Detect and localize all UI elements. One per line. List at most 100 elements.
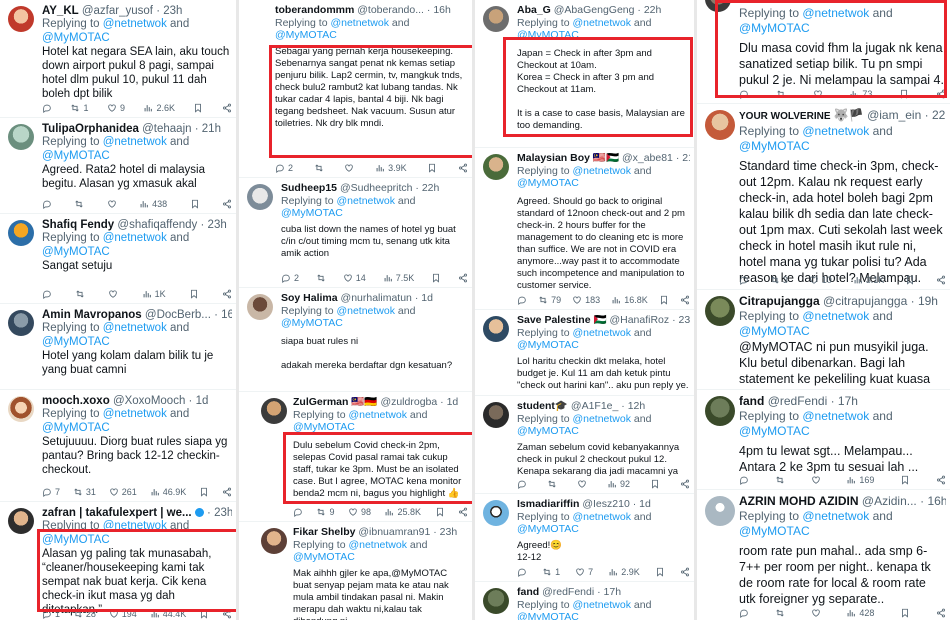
tweet[interactable]: Sudheep15 @Sudheepritch · 22h Replying t…	[239, 178, 472, 288]
like-button[interactable]: 183	[572, 295, 600, 305]
like-button[interactable]: 9	[107, 103, 125, 113]
like-button[interactable]	[108, 289, 118, 299]
views-count[interactable]: 25.8K	[384, 507, 421, 517]
avatar[interactable]	[8, 124, 34, 150]
timestamp[interactable]: 16h	[433, 4, 451, 16]
tweet[interactable]: Aba_G @AbaGengGeng · 22h Replying to @ne…	[475, 0, 694, 148]
retweet-button[interactable]: 1	[542, 567, 560, 577]
author-name[interactable]: Soy Halima	[281, 292, 338, 304]
tweet[interactable]: Citrapujangga @citrapujangga · 19h Reply…	[697, 290, 950, 390]
views-count[interactable]: 73	[849, 89, 872, 99]
timestamp[interactable]: 21h	[202, 123, 221, 135]
bookmark-button[interactable]	[199, 487, 209, 497]
views-count[interactable]: 169	[846, 475, 874, 485]
views-count[interactable]: 2.9K	[608, 567, 640, 577]
bookmark-button[interactable]	[900, 608, 910, 618]
author-name[interactable]: fand	[739, 394, 764, 408]
like-button[interactable]: 98	[348, 507, 371, 517]
tweet[interactable]: mooch.xoxo @XoxoMooch · 1d Replying to @…	[0, 390, 236, 502]
bookmark-button[interactable]	[899, 89, 909, 99]
author-handle[interactable]: @Sudheepritch	[340, 182, 413, 194]
share-button[interactable]	[458, 507, 468, 517]
share-button[interactable]	[936, 475, 946, 485]
retweet-button[interactable]: 3	[770, 275, 788, 285]
tweet[interactable]: ZulGerman 🇲🇾🇩🇪 @zuldrogba · 1d Replying …	[239, 392, 472, 522]
views-count[interactable]: 7.5K	[383, 273, 414, 283]
reply-button[interactable]	[517, 295, 527, 305]
timestamp[interactable]: 17h	[604, 586, 622, 598]
author-name[interactable]: Malaysian Boy	[517, 152, 590, 164]
author-name[interactable]: zafran | takafulexpert | we...	[42, 507, 192, 519]
reply-button[interactable]	[42, 103, 52, 113]
like-button[interactable]	[811, 608, 821, 618]
author-name[interactable]: Sudheep15	[281, 182, 337, 194]
retweet-button[interactable]: 79	[538, 295, 561, 305]
reply-button[interactable]: 7	[42, 487, 60, 497]
views-count[interactable]: 44.4K	[150, 609, 186, 619]
timestamp[interactable]: 22h	[422, 182, 440, 194]
timestamp[interactable]: 17h	[838, 394, 858, 408]
author-name[interactable]: Aba_G	[517, 4, 551, 16]
like-button[interactable]	[577, 479, 587, 489]
tweet[interactable]: Shafiq Fendy @shafiqaffendy · 23h Replyi…	[0, 214, 236, 304]
retweet-button[interactable]	[775, 608, 785, 618]
author-handle[interactable]: @redFendi	[542, 586, 594, 598]
like-button[interactable]: 14	[343, 273, 366, 283]
author-handle[interactable]: @shafiqaffendy	[117, 219, 197, 231]
timestamp[interactable]: 12h	[628, 400, 646, 412]
share-button[interactable]	[680, 567, 690, 577]
like-button[interactable]: 7	[575, 567, 593, 577]
tweet[interactable]: Ismadiariffin @Iesz210 · 1d Replying to …	[475, 494, 694, 582]
bookmark-button[interactable]	[189, 289, 199, 299]
like-button[interactable]	[107, 199, 117, 209]
bookmark-button[interactable]	[659, 295, 669, 305]
author-name[interactable]: Amin Mavropanos	[42, 309, 142, 321]
avatar[interactable]	[8, 508, 34, 534]
views-count[interactable]: 2.6K	[143, 103, 175, 113]
timestamp[interactable]: 1d	[196, 395, 209, 407]
bookmark-button[interactable]	[427, 163, 437, 173]
tweet[interactable]: TulipaOrphanidea @tehaajn · 21h Replying…	[0, 118, 236, 214]
avatar[interactable]	[483, 316, 509, 342]
author-handle[interactable]: @Azidin...	[862, 494, 917, 508]
author-name[interactable]: Shafiq Fendy	[42, 219, 114, 231]
timestamp[interactable]: 16h	[221, 309, 232, 321]
bookmark-button[interactable]	[190, 199, 200, 209]
tweet[interactable]: Malaysian Boy 🇲🇾🇵🇸 @x_abe81 · 21h Replyi…	[475, 148, 694, 310]
avatar[interactable]	[705, 396, 735, 426]
author-handle[interactable]: @XoxoMooch	[113, 395, 185, 407]
bookmark-button[interactable]	[431, 273, 441, 283]
author-name[interactable]: YOUR WOLVERINE	[739, 111, 830, 122]
reply-button[interactable]	[293, 507, 303, 517]
retweet-button[interactable]	[547, 479, 557, 489]
tweet[interactable]: AZRIN MOHD AZIDIN @Azidin... · 16h Reply…	[697, 490, 950, 620]
tweet[interactable]: Replying to @netnetwok and @MyMOTAC Dlu …	[697, 0, 950, 104]
author-handle[interactable]: @AbaGengGeng	[554, 4, 635, 16]
share-button[interactable]	[680, 295, 690, 305]
reply-button[interactable]	[517, 479, 527, 489]
retweet-button[interactable]: 9	[316, 507, 335, 517]
like-button[interactable]: 194	[109, 609, 137, 619]
timestamp[interactable]: 22h	[644, 4, 662, 16]
timestamp[interactable]: 1d	[421, 292, 433, 304]
author-name[interactable]: Citrapujangga	[739, 294, 820, 308]
reply-button[interactable]	[42, 199, 52, 209]
tweet[interactable]: fand @redFendi · 17h Replying to @netnet…	[475, 582, 694, 620]
bookmark-button[interactable]	[900, 475, 910, 485]
avatar[interactable]	[8, 6, 34, 32]
author-handle[interactable]: @citrapujangga	[823, 294, 907, 308]
tweet[interactable]: AY_KL @azfar_yusof · 23h Replying to @ne…	[0, 0, 236, 118]
author-name[interactable]: fand	[517, 586, 539, 598]
author-name[interactable]: Fikar Shelby	[293, 526, 355, 538]
share-button[interactable]	[222, 609, 232, 619]
author-handle[interactable]: @azfar_yusof	[82, 5, 153, 17]
author-handle[interactable]: @Iesz210	[582, 498, 629, 510]
timestamp[interactable]: 23h	[679, 314, 691, 326]
bookmark-button[interactable]	[435, 507, 445, 517]
share-button[interactable]	[458, 273, 468, 283]
reply-button[interactable]	[739, 475, 749, 485]
author-handle[interactable]: @ibnuamran91	[358, 526, 430, 538]
author-handle[interactable]: @zuldrogba	[380, 396, 437, 408]
author-handle[interactable]: @HanafiRoz	[609, 314, 669, 326]
author-name[interactable]: Save Palestine	[517, 314, 591, 326]
